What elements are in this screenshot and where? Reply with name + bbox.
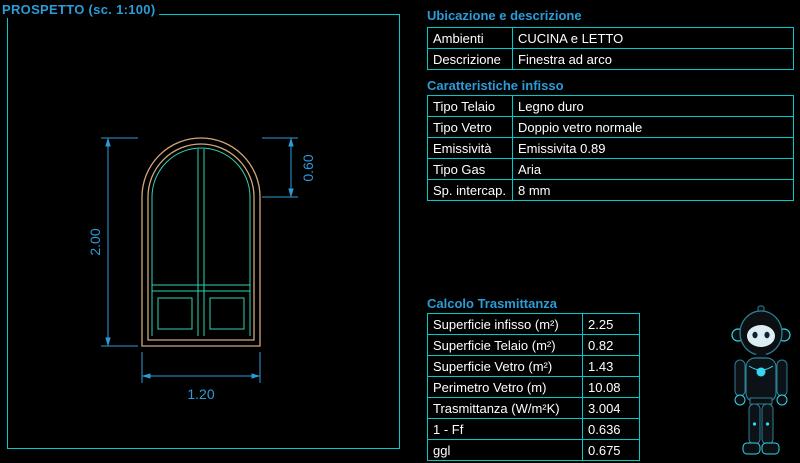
row-label: Tipo Telaio: [428, 96, 513, 117]
table-row: Perimetro Vetro (m) 10.08: [428, 377, 640, 398]
window-frame: [142, 138, 260, 346]
table-title-calcolo: Calcolo Trasmittanza: [427, 296, 557, 311]
row-label: ggl: [428, 440, 583, 461]
row-value: Legno duro: [513, 96, 794, 117]
row-label: Perimetro Vetro (m): [428, 377, 583, 398]
table-row: Ambienti CUCINA e LETTO: [428, 28, 794, 49]
row-label: Superficie Telaio (m²): [428, 335, 583, 356]
table-title-caratteristiche: Caratteristiche infisso: [427, 78, 564, 93]
row-value: 0.636: [583, 419, 640, 440]
window-elevation-drawing: 2.00 0.60 1.20: [8, 15, 399, 448]
table-row: ggl 0.675: [428, 440, 640, 461]
robot-mascot: [724, 304, 798, 462]
row-value: 10.08: [583, 377, 640, 398]
ubicazione-table: Ambienti CUCINA e LETTO Descrizione Fine…: [427, 27, 794, 70]
table-row: Tipo Gas Aria: [428, 159, 794, 180]
caratteristiche-table: Tipo Telaio Legno duro Tipo Vetro Doppio…: [427, 95, 794, 201]
table-row: Tipo Vetro Doppio vetro normale: [428, 117, 794, 138]
row-value: Aria: [513, 159, 794, 180]
row-label: Ambienti: [428, 28, 513, 49]
row-label: Superficie Vetro (m²): [428, 356, 583, 377]
row-value: 8 mm: [513, 180, 794, 201]
dim-height-label: 2.00: [87, 228, 103, 255]
row-value: CUCINA e LETTO: [513, 28, 794, 49]
row-label: 1 - Ff: [428, 419, 583, 440]
row-value: 0.675: [583, 440, 640, 461]
row-label: Superficie infisso (m²): [428, 314, 583, 335]
row-value: Doppio vetro normale: [513, 117, 794, 138]
table-row: Superficie Telaio (m²) 0.82: [428, 335, 640, 356]
row-value: 3.004: [583, 398, 640, 419]
row-label: Sp. intercap.: [428, 180, 513, 201]
cad-sheet: PROSPETTO (sc. 1:100): [0, 0, 800, 463]
row-value: Finestra ad arco: [513, 49, 794, 70]
table-row: Descrizione Finestra ad arco: [428, 49, 794, 70]
table-row: Superficie Vetro (m²) 1.43: [428, 356, 640, 377]
row-value: 1.43: [583, 356, 640, 377]
window-glass-panes: [152, 148, 250, 336]
row-label: Trasmittanza (W/m²K): [428, 398, 583, 419]
drawing-title: PROSPETTO (sc. 1:100): [1, 2, 159, 18]
table-row: Superficie infisso (m²) 2.25: [428, 314, 640, 335]
table-row: Emissività Emissivita 0.89: [428, 138, 794, 159]
row-value: 2.25: [583, 314, 640, 335]
dim-arc-label: 0.60: [300, 154, 316, 181]
table-row: Tipo Telaio Legno duro: [428, 96, 794, 117]
table-row: Trasmittanza (W/m²K) 3.004: [428, 398, 640, 419]
row-label: Tipo Gas: [428, 159, 513, 180]
table-row: 1 - Ff 0.636: [428, 419, 640, 440]
calcolo-table: Superficie infisso (m²) 2.25 Superficie …: [427, 313, 640, 461]
table-row: Sp. intercap. 8 mm: [428, 180, 794, 201]
row-label: Descrizione: [428, 49, 513, 70]
table-title-ubicazione: Ubicazione e descrizione: [427, 8, 582, 23]
row-value: Emissivita 0.89: [513, 138, 794, 159]
drawing-panel: 2.00 0.60 1.20: [7, 14, 400, 449]
row-label: Emissività: [428, 138, 513, 159]
robot-mascot-icon: [724, 304, 798, 462]
row-label: Tipo Vetro: [428, 117, 513, 138]
row-value: 0.82: [583, 335, 640, 356]
dim-width-label: 1.20: [187, 386, 214, 402]
